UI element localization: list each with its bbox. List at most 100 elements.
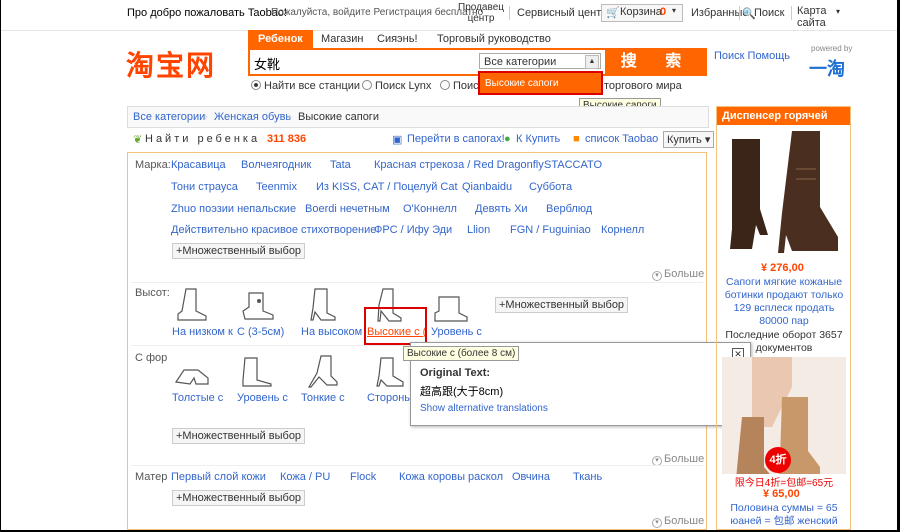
brand-item[interactable]: Девять Хи [475,203,528,215]
brand-item[interactable]: Teenmix [256,181,297,193]
height-multi-select-button[interactable]: +Множественный выбор [495,297,629,313]
heel-form-option[interactable]: Уровень с [237,392,288,404]
brand-item[interactable]: FGN / Fuguiniao [510,224,591,236]
breadcrumb-item[interactable]: Женская обувь [214,111,291,123]
heel-height-option[interactable]: На низком к [172,326,233,338]
search-button[interactable]: 搜 索 [607,48,707,76]
radio-all-stations[interactable]: Найти все станции [251,80,360,92]
radio-label: Найти все станции [264,80,361,92]
brand-item[interactable]: Суббота [529,181,572,193]
material-option[interactable]: Ткань [573,471,602,483]
mid-heel-boot-icon[interactable] [237,287,277,323]
thick-heel-shoe-icon[interactable] [172,354,212,390]
brand-more-button[interactable]: ▾ Больше [652,268,704,281]
material-option[interactable]: Flock [350,471,376,483]
product-link[interactable]: Половина суммы = 65 юаней = 包邮 женский [722,502,846,528]
login-register-link[interactable]: Пожалуйста, войдите Регистрация бесплатн… [271,7,483,18]
top-navigation-bar: Про добро пожаловать Taobao! Пожалуйста,… [1,0,897,31]
radio-search[interactable]: Поиск [440,80,483,92]
brand-item[interactable]: О'Коннелл [403,203,457,215]
heel-form-label: С фор [135,352,168,364]
tab-baby[interactable]: Ребенок [248,30,313,48]
brand-item[interactable]: Действительно красивое стихотворение [171,224,376,236]
divider [509,6,510,20]
sidebar-header: Диспенсер горячей [717,107,850,125]
material-more-button[interactable]: ▾ Больше [652,515,704,528]
heel-height-option[interactable]: С (3-5см) [237,326,284,338]
chevron-down-icon: ▾ [836,7,841,16]
search-menu[interactable]: Поиск [754,7,784,19]
seller-center-link[interactable]: Продавец центр [454,2,508,24]
site-map-link[interactable]: Карта сайта [797,5,835,29]
browser-page: Про добро пожаловать Taobao! Пожалуйста,… [1,0,897,530]
service-center-link[interactable]: Сервисный центр [517,7,607,19]
category-dropdown: Высокие сапоги [478,71,603,95]
tab-shopping-guide[interactable]: Торговый руководство [437,30,551,48]
material-option[interactable]: Первый слой кожи [171,471,266,483]
heel-height-label: Высот: [135,287,170,299]
heel-height-option[interactable]: На высоком [301,326,362,338]
brand-item[interactable]: Llion [467,224,490,236]
chevron-down-icon: ▾ [704,134,711,146]
heel-form-option[interactable]: Тонкие с [301,392,345,404]
heel-height-option[interactable]: Уровень с [431,326,482,338]
buy-link[interactable]: К Купить [516,133,560,145]
brand-multi-select-button[interactable]: +Множественный выбор [172,243,306,259]
brand-item[interactable]: Красавица [171,159,226,171]
radio-checked-icon [251,80,261,90]
divider [131,282,703,283]
tab-shine[interactable]: Сияэнь! [377,30,418,48]
brand-item[interactable]: Тони страуса [171,181,238,193]
search-input[interactable]: 女靴 [254,54,280,73]
thin-heel-shoe-icon[interactable] [301,354,341,390]
divider [791,6,792,20]
alt-translations-link[interactable]: Show alternative translations [420,403,548,414]
brand-item[interactable]: Boerdi нечетным [305,203,390,215]
go-boots-link[interactable]: Перейти в сапогах! [407,133,505,145]
product-link[interactable]: Сапоги мягкие кожаные ботинки продают то… [722,276,846,328]
chevron-right-icon: › [204,111,208,123]
flat-boot-icon[interactable] [431,289,471,325]
more-label: Больше [664,453,705,465]
welcome-text: Про добро пожаловать Taobao! [127,7,287,19]
tab-store[interactable]: Магазин [321,30,363,48]
breadcrumb-item[interactable]: Все категории [133,111,205,123]
material-option[interactable]: Овчина [512,471,550,483]
radio-icon [362,80,372,90]
heel-form-option[interactable]: Толстые с [172,392,223,404]
brand-item[interactable]: Tata [330,159,351,171]
high-heel-boot-icon[interactable] [301,287,341,323]
product-price: ¥ 276,00 [761,262,804,274]
brand-item[interactable]: ФРС / Ифу Эди [374,224,452,236]
brand-item[interactable]: STACCATO [544,159,602,171]
result-count: 311 836 [267,133,307,145]
category-select[interactable]: Все категории ▲ [479,53,601,69]
brand-item[interactable]: Из KISS, CAT / Поцелуй Cat [316,181,458,193]
brand-item[interactable]: Красная стрекоза / Red Dragonfly [374,159,544,171]
side-heel-shoe-icon[interactable] [367,354,407,390]
brand-item[interactable]: Корнелл [601,224,644,236]
radio-lynx[interactable]: Поиск Lynx [362,80,431,92]
tooltip: Высокие с (более 8 см) [403,346,520,361]
brand-item[interactable]: Zhuo поэзии непальские [171,203,296,215]
material-multi-select-button[interactable]: +Множественный выбор [172,490,306,506]
taobao-list-link[interactable]: список Taobao [585,133,658,145]
chevron-down-icon: ▾ [672,6,677,15]
taobao-logo[interactable]: 淘宝网 [126,44,216,84]
brand-item[interactable]: Qianbaidu [462,181,512,193]
buy-select[interactable]: Купить ▾ [663,131,715,148]
flat-heel-shoe-icon[interactable] [237,354,277,390]
form-multi-select-button[interactable]: +Множественный выбор [172,428,306,444]
buy-select-label: Купить [667,134,702,146]
product-image-boots[interactable] [722,129,846,259]
brand-item[interactable]: Волчеягодник [241,159,311,171]
dropdown-option-high-boots[interactable]: Высокие сапоги [485,78,559,89]
material-option[interactable]: Кожа коровы раскол [399,471,503,483]
search-help-link[interactable]: Поиск Помощь [714,50,790,62]
radio-label: торгового мира [604,80,682,92]
etao-logo[interactable]: 一淘 [809,55,845,81]
brand-item[interactable]: Верблюд [546,203,592,215]
low-heel-boot-icon[interactable] [172,287,212,323]
cart-button[interactable]: 🛒 Корзина 0 ▾ [601,4,683,22]
material-option[interactable]: Кожа / PU [280,471,330,483]
